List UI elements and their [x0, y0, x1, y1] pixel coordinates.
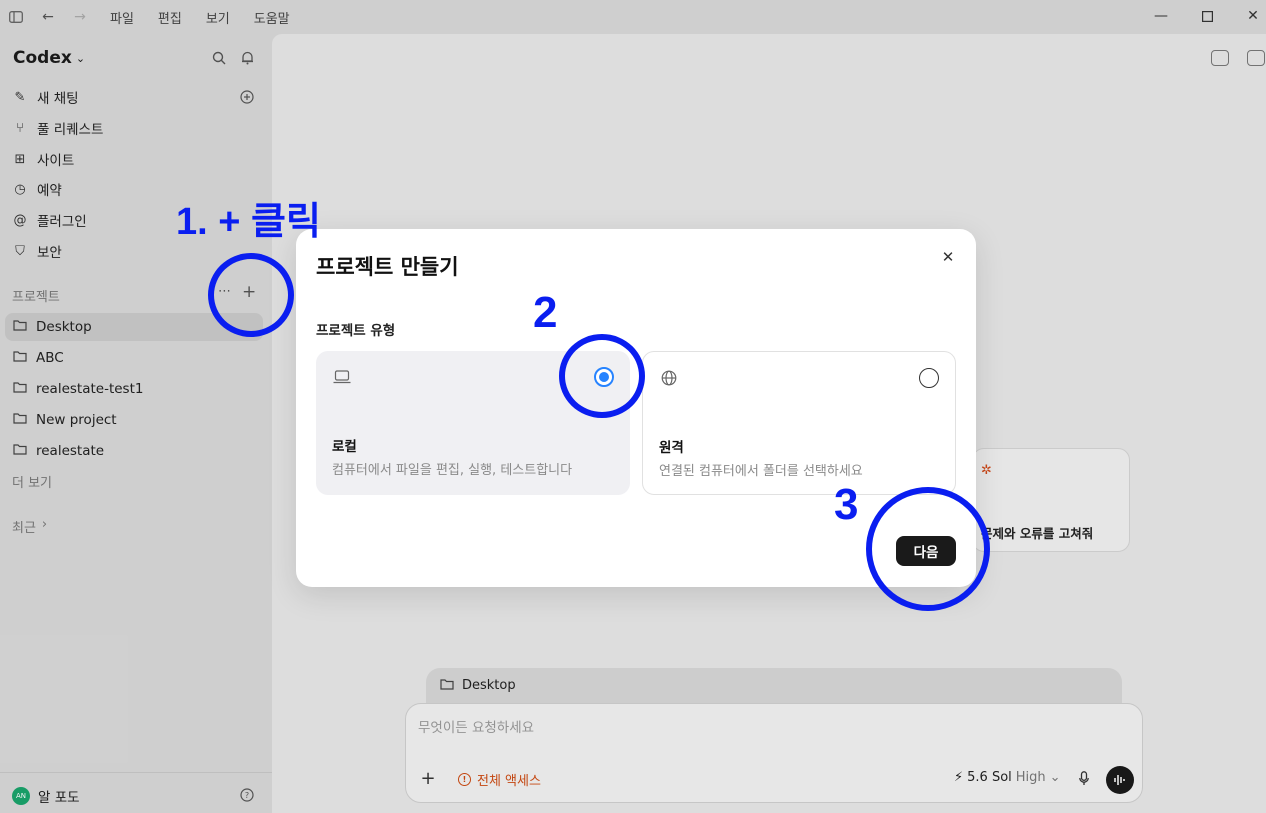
radio-remote[interactable] [919, 368, 939, 388]
option-remote[interactable]: 원격 연결된 컴퓨터에서 폴더를 선택하세요 [642, 351, 956, 495]
project-type-label: 프로젝트 유형 [316, 323, 396, 339]
annotation-circle-step2 [559, 334, 645, 418]
dialog-title: 프로젝트 만들기 [316, 255, 459, 279]
annotation-circle-step1 [208, 253, 294, 337]
close-icon[interactable]: ✕ [938, 247, 958, 267]
annotation-step2-label: 2 [533, 288, 558, 337]
option-description: 컴퓨터에서 파일을 편집, 실행, 테스트합니다 [332, 463, 573, 478]
laptop-icon [332, 369, 352, 385]
option-name: 로컬 [332, 439, 357, 455]
annotation-circle-step3 [866, 487, 990, 611]
option-description: 연결된 컴퓨터에서 폴더를 선택하세요 [659, 464, 863, 479]
globe-icon [659, 370, 679, 386]
annotation-step3-label: 3 [834, 480, 859, 529]
option-name: 원격 [659, 440, 684, 456]
annotation-step1-label: 1. + 클릭 [176, 201, 321, 243]
